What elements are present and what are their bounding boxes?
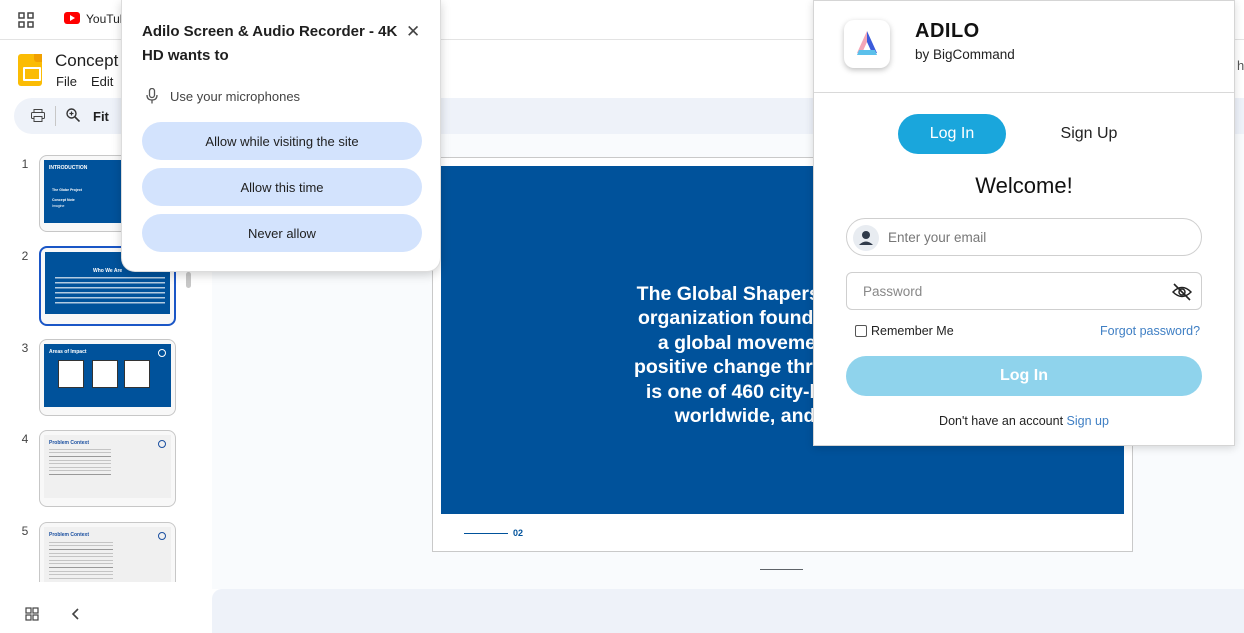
signup-link[interactable]: Sign up (1067, 414, 1109, 428)
thumbnail-preview: Problem Context (44, 435, 171, 498)
no-account-text: Don't have an account Sign up (814, 414, 1234, 428)
email-field[interactable]: Enter your email (846, 218, 1202, 256)
thumbnail-text-block (55, 276, 165, 306)
thumbnail-title: INTRODUCTION (49, 165, 88, 171)
zoom-fit-button[interactable]: Fit (93, 109, 109, 124)
thumbnail-preview: Areas of Impact (44, 344, 171, 407)
thumbnail-text-block (49, 541, 113, 581)
speaker-notes-panel[interactable] (212, 589, 1244, 633)
adilo-header: ADILO by BigCommand (814, 1, 1234, 93)
thumbnail-title: Areas of Impact (49, 349, 87, 355)
grid-view-icon[interactable] (25, 607, 39, 621)
apps-grid-icon[interactable] (18, 12, 34, 28)
slide-page-number: 02 (513, 528, 524, 538)
thumbnail-title: Problem Context (49, 440, 90, 446)
gear-icon (158, 532, 166, 540)
password-placeholder: Password (863, 284, 923, 299)
gear-icon (158, 349, 166, 357)
menu-file[interactable]: File (56, 74, 77, 89)
print-icon[interactable] (31, 109, 45, 122)
thumbnail-card (92, 360, 118, 388)
youtube-bookmark[interactable]: YouTul (86, 12, 122, 26)
remember-checkbox[interactable] (855, 325, 867, 337)
thumbnail-card (58, 360, 84, 388)
user-icon (853, 225, 879, 251)
adilo-logo-icon (844, 20, 890, 68)
menu-edit[interactable]: Edit (91, 74, 113, 89)
welcome-heading: Welcome! (975, 173, 1073, 198)
thumbnail-scrollbar[interactable] (186, 272, 191, 288)
login-tab[interactable]: Log In (898, 114, 1006, 154)
chevron-left-icon[interactable] (70, 607, 80, 621)
permission-request: Use your microphones (170, 89, 301, 104)
thumbnail-card (124, 360, 150, 388)
eye-off-icon[interactable] (1172, 283, 1192, 301)
slide-number: 2 (21, 249, 29, 263)
slides-logo-icon[interactable] (18, 54, 42, 86)
no-account-label: Don't have an account (939, 414, 1064, 428)
toolbar-divider (55, 106, 56, 126)
slide-thumbnail-4[interactable]: Problem Context (39, 430, 176, 507)
adilo-login-panel: ADILO by BigCommand Log In Sign Up Welco… (813, 0, 1235, 446)
slide-number: 3 (21, 341, 29, 355)
slide-number: 5 (21, 524, 29, 538)
thumbnail-text: The Globe Project (52, 188, 82, 192)
thumbnail-title: Who We Are (93, 268, 123, 274)
document-title[interactable]: Concept (55, 51, 118, 71)
gear-icon (158, 440, 166, 448)
slide-thumbnail-5[interactable]: Problem Context (39, 522, 176, 582)
close-icon[interactable]: ✕ (406, 22, 420, 42)
speaker-notes-handle[interactable] (760, 569, 803, 570)
microphone-icon (146, 88, 158, 104)
email-placeholder: Enter your email (888, 230, 987, 245)
slide-footer-line (464, 533, 508, 534)
adilo-name: ADILO (915, 20, 980, 42)
slide-number: 1 (21, 157, 29, 171)
thumbnail-text-block (49, 448, 111, 478)
thumbnail-text: Imagine (52, 204, 65, 208)
adilo-byline: by BigCommand (915, 47, 1015, 62)
permission-title: Adilo Screen & Audio Recorder - 4K HD wa… (142, 23, 398, 64)
thumbnail-text: Concept Note (52, 198, 75, 202)
allow-this-time-button[interactable]: Allow this time (142, 168, 422, 206)
remember-label: Remember Me (871, 324, 954, 338)
slide-number: 4 (21, 432, 29, 446)
thumbnail-title: Problem Context (49, 532, 90, 538)
password-field[interactable]: Password (846, 272, 1202, 310)
login-button[interactable]: Log In (846, 356, 1202, 396)
zoom-icon[interactable] (66, 108, 80, 122)
clipped-text: h (1237, 58, 1244, 73)
permission-popup: Adilo Screen & Audio Recorder - 4K HD wa… (121, 0, 441, 272)
signup-tab[interactable]: Sign Up (1044, 125, 1134, 143)
forgot-password-link[interactable]: Forgot password? (1100, 324, 1200, 338)
allow-while-visiting-button[interactable]: Allow while visiting the site (142, 122, 422, 160)
thumbnail-preview: Problem Context (44, 527, 171, 582)
never-allow-button[interactable]: Never allow (142, 214, 422, 252)
slide-thumbnail-3[interactable]: Areas of Impact (39, 339, 176, 416)
youtube-icon[interactable] (64, 12, 80, 24)
